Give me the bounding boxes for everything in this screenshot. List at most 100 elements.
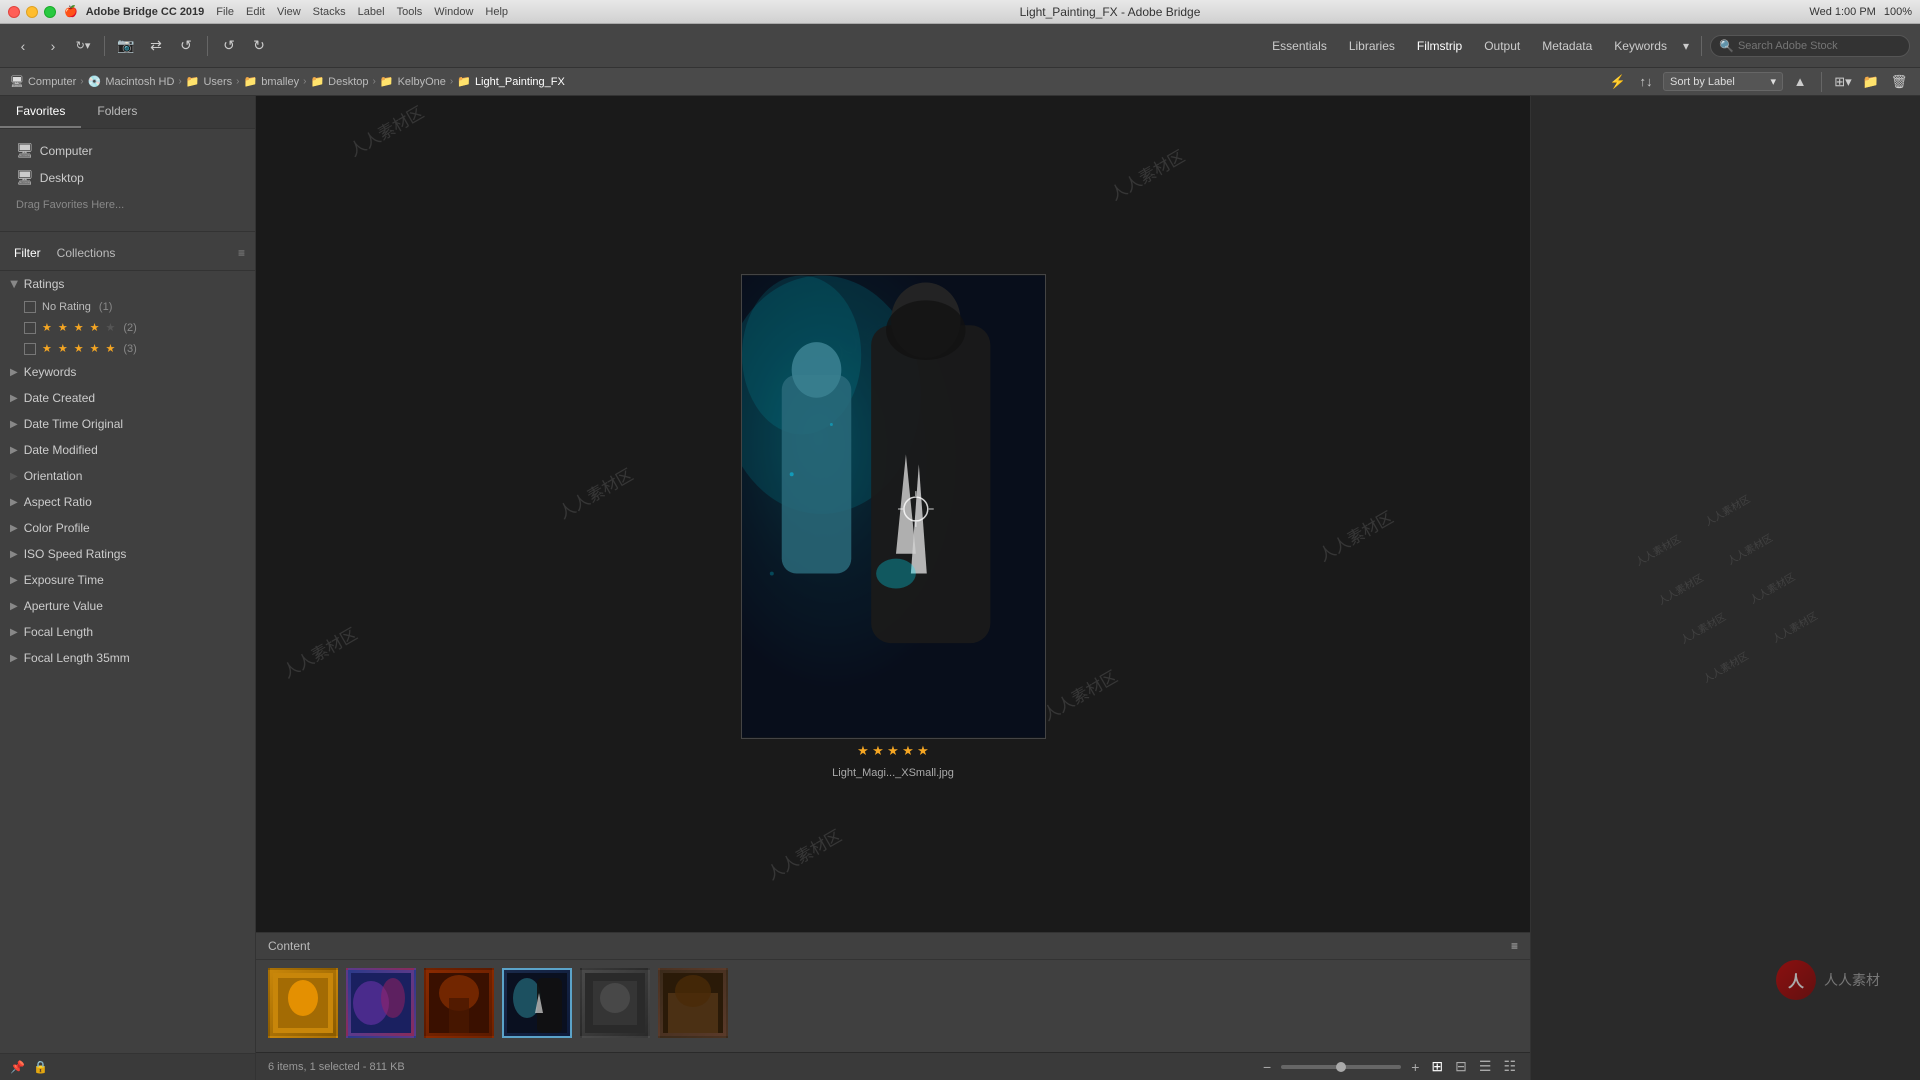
menu-file[interactable]: File <box>216 6 234 18</box>
filter-icon[interactable]: ⚡ <box>1607 71 1629 93</box>
thumbnail-6[interactable] <box>658 968 728 1038</box>
search-input[interactable] <box>1738 40 1898 52</box>
breadcrumb-computer-icon: 🖥 <box>10 75 24 88</box>
menu-view[interactable]: View <box>277 6 301 18</box>
zoom-plus-icon[interactable]: + <box>1409 1057 1421 1077</box>
tab-essentials[interactable]: Essentials <box>1262 35 1337 57</box>
filter-group-keywords-header[interactable]: ▶ Keywords <box>0 359 255 385</box>
breadcrumb-computer[interactable]: Computer <box>28 76 76 88</box>
minimize-button[interactable] <box>26 6 38 18</box>
filter-group-colorprofile-header[interactable]: ▶ Color Profile <box>0 515 255 541</box>
close-button[interactable] <box>8 6 20 18</box>
view-grid-large-icon[interactable]: ⊞ <box>1429 1056 1445 1077</box>
tab-output[interactable]: Output <box>1474 35 1530 57</box>
menu-tools[interactable]: Tools <box>397 6 423 18</box>
maximize-button[interactable] <box>44 6 56 18</box>
sort-direction-icon[interactable]: ▲ <box>1789 71 1811 93</box>
thumbnail-3[interactable] <box>424 968 494 1038</box>
star5-2: ★ <box>58 342 68 355</box>
breadcrumb-desktop[interactable]: Desktop <box>328 76 368 88</box>
tab-metadata[interactable]: Metadata <box>1532 35 1602 57</box>
filter-tab[interactable]: Filter <box>10 244 45 262</box>
thumbnail-2[interactable] <box>346 968 416 1038</box>
menu-label[interactable]: Label <box>358 6 385 18</box>
breadcrumb-macintosh[interactable]: Macintosh HD <box>105 76 174 88</box>
filter-group-datemodified-header[interactable]: ▶ Date Modified <box>0 437 255 463</box>
search-icon: 🔍 <box>1719 39 1734 53</box>
filter-group-orientation: ▶ Orientation <box>0 463 255 489</box>
zoom-minus-icon[interactable]: − <box>1261 1057 1273 1077</box>
datecreated-arrow-icon: ▶ <box>10 393 18 404</box>
search-bar[interactable]: 🔍 <box>1710 35 1910 57</box>
forward-button[interactable]: › <box>40 33 66 59</box>
new-folder-icon[interactable]: 📁 <box>1860 71 1882 93</box>
thumbnail-1[interactable] <box>268 968 338 1038</box>
thumbnail-5[interactable] <box>580 968 650 1038</box>
filter-group-datecreated-header[interactable]: ▶ Date Created <box>0 385 255 411</box>
recent-folders-button[interactable]: ↻▾ <box>70 33 96 59</box>
pin-icon[interactable]: 📌 <box>10 1060 25 1074</box>
menu-edit[interactable]: Edit <box>246 6 265 18</box>
rating-5-checkbox[interactable] <box>24 343 36 355</box>
fav-computer[interactable]: 🖥 Computer <box>0 137 255 164</box>
tab-libraries[interactable]: Libraries <box>1339 35 1405 57</box>
filter-group-aspectratio-header[interactable]: ▶ Aspect Ratio <box>0 489 255 515</box>
preview-star-2: ★ <box>872 743 884 758</box>
sort-ascending-icon[interactable]: ↑↓ <box>1635 71 1657 93</box>
workspace-more-button[interactable]: ▾ <box>1679 35 1693 57</box>
sort-dropdown[interactable]: Sort by Label ▾ <box>1663 72 1783 91</box>
focallength-arrow-icon: ▶ <box>10 627 18 638</box>
rating-none-checkbox[interactable] <box>24 301 36 313</box>
view-list-icon[interactable]: ☷ <box>1501 1056 1518 1077</box>
filter-group-ratings-header[interactable]: ▶ Ratings <box>0 271 255 297</box>
app-name[interactable]: Adobe Bridge CC 2019 <box>86 6 205 18</box>
filter-rating-5[interactable]: ★ ★ ★ ★ ★ (3) <box>0 338 255 359</box>
rotate-right-button[interactable]: ↻ <box>246 33 272 59</box>
filter-group-datetimeoriginal-header[interactable]: ▶ Date Time Original <box>0 411 255 437</box>
filter-rating-4[interactable]: ★ ★ ★ ★ ★ (2) <box>0 317 255 338</box>
refresh-button[interactable]: ↺ <box>173 33 199 59</box>
preview-area: Preview 人人素材区 人人素材区 人人素材区 人人素材区 人人素材区 人人… <box>256 96 1530 932</box>
switch-button[interactable]: ⇄ <box>143 33 169 59</box>
lock-icon[interactable]: 🔒 <box>33 1060 48 1074</box>
filter-group-focallength-header[interactable]: ▶ Focal Length <box>0 619 255 645</box>
breadcrumb-users[interactable]: Users <box>203 76 232 88</box>
menu-help[interactable]: Help <box>485 6 508 18</box>
tab-filmstrip[interactable]: Filmstrip <box>1407 35 1472 57</box>
view-grid-small-icon[interactable]: ⊟ <box>1453 1056 1469 1077</box>
back-button[interactable]: ‹ <box>10 33 36 59</box>
view-options-icon[interactable]: ⊞▾ <box>1832 71 1854 93</box>
breadcrumb-lightpainting[interactable]: Light_Painting_FX <box>475 76 565 88</box>
zoom-slider[interactable] <box>1281 1065 1401 1069</box>
breadcrumb-bmalley[interactable]: bmalley <box>261 76 299 88</box>
breadcrumb-sep-1: › <box>80 76 83 87</box>
filter-group-aperture-header[interactable]: ▶ Aperture Value <box>0 593 255 619</box>
tab-keywords[interactable]: Keywords <box>1604 35 1677 57</box>
filter-group-orientation-header[interactable]: ▶ Orientation <box>0 463 255 489</box>
tab-folders[interactable]: Folders <box>81 96 153 128</box>
view-detail-icon[interactable]: ☰ <box>1477 1056 1494 1077</box>
rating-4-checkbox[interactable] <box>24 322 36 334</box>
delete-icon[interactable]: 🗑 <box>1888 71 1910 93</box>
breadcrumb-kelbyone[interactable]: KelbyOne <box>398 76 446 88</box>
apple-icon[interactable]: 🍎 <box>64 5 78 18</box>
collections-tab[interactable]: Collections <box>53 244 120 262</box>
filter-group-exposuretime-header[interactable]: ▶ Exposure Time <box>0 567 255 593</box>
menu-window[interactable]: Window <box>434 6 473 18</box>
rotate-left-button[interactable]: ↺ <box>216 33 242 59</box>
camera-button[interactable]: 📷 <box>113 33 139 59</box>
filter-group-exposuretime: ▶ Exposure Time <box>0 567 255 593</box>
filter-menu-icon[interactable]: ≡ <box>238 246 245 260</box>
filter-rating-none[interactable]: No Rating (1) <box>0 297 255 317</box>
content-menu-icon[interactable]: ≡ <box>1511 939 1518 953</box>
menu-stacks[interactable]: Stacks <box>313 6 346 18</box>
sort-label: Sort by Label <box>1670 76 1735 88</box>
breadcrumb-desktop-label: Desktop <box>328 76 368 88</box>
fav-desktop[interactable]: 🖥 Desktop <box>0 164 255 191</box>
filter-group-focallength: ▶ Focal Length <box>0 619 255 645</box>
filter-group-focallength35-header[interactable]: ▶ Focal Length 35mm <box>0 645 255 671</box>
thumbnail-4[interactable] <box>502 968 572 1038</box>
tab-favorites[interactable]: Favorites <box>0 96 81 128</box>
window-controls[interactable] <box>8 6 56 18</box>
filter-group-isospeed-header[interactable]: ▶ ISO Speed Ratings <box>0 541 255 567</box>
